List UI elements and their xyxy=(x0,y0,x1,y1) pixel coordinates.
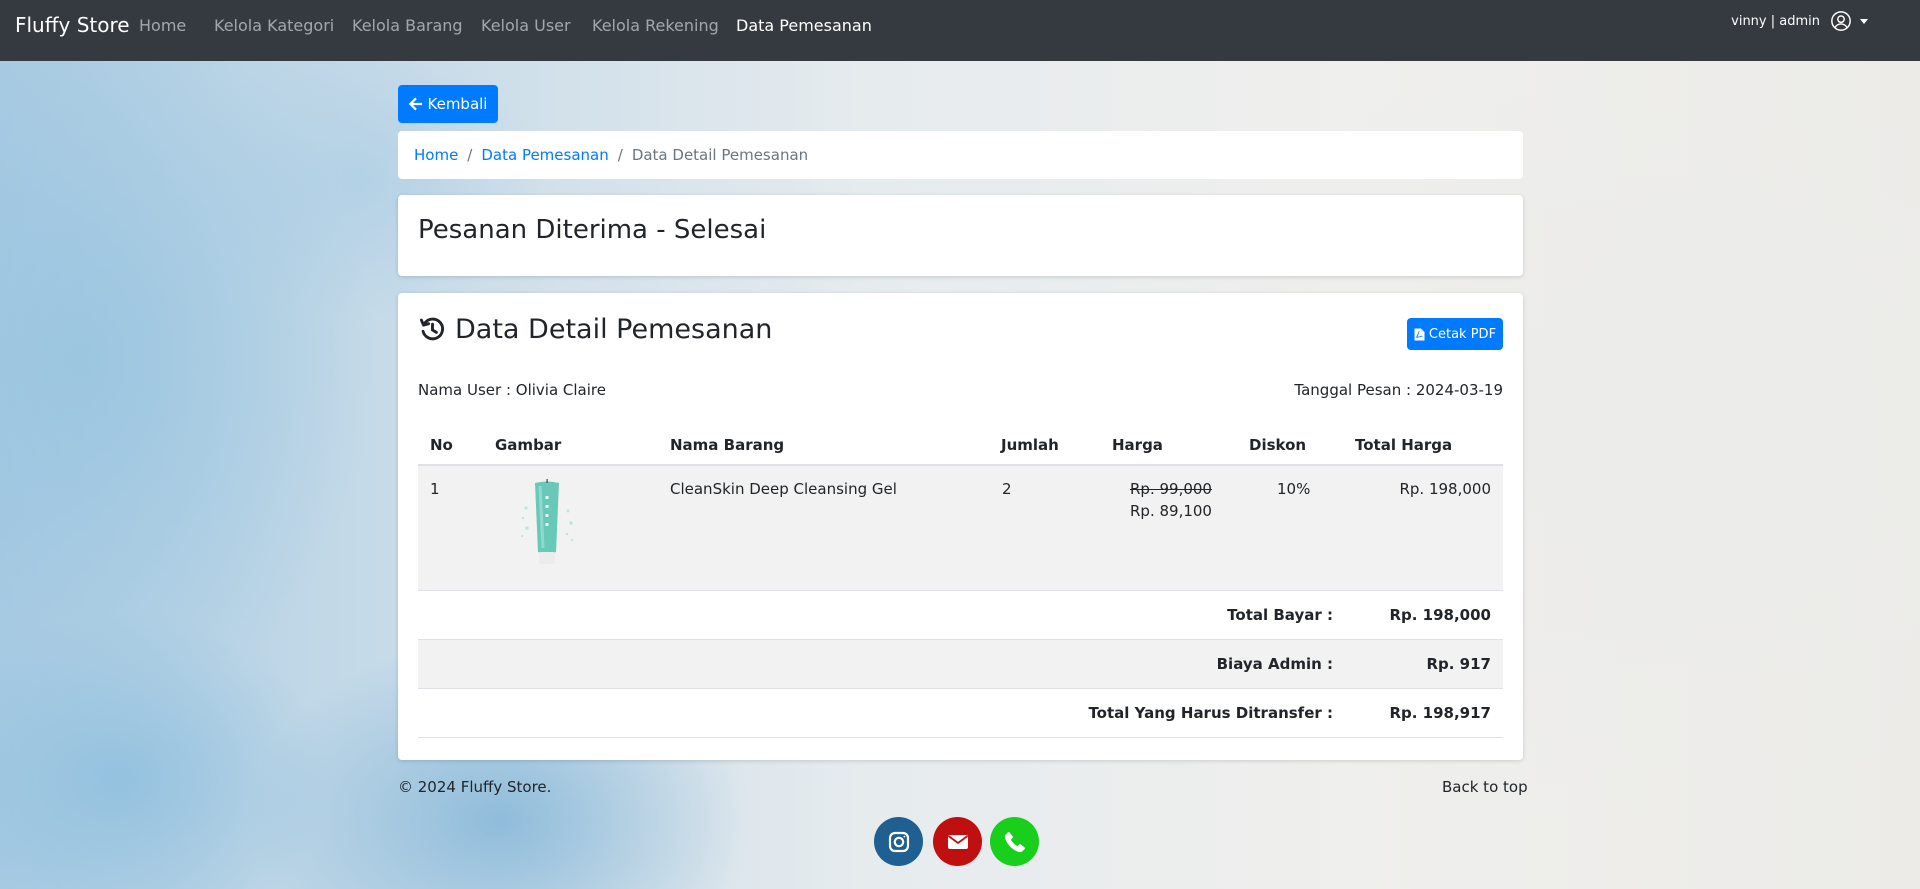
table-header: No Gambar Nama Barang Jumlah Harga Disko… xyxy=(418,424,1503,466)
breadcrumb-data-pemesanan[interactable]: Data Pemesanan xyxy=(481,146,608,164)
order-status-card: Pesanan Diterima - Selesai xyxy=(398,195,1523,276)
column-header-total-harga: Total Harga xyxy=(1355,436,1453,454)
price-original: Rp. 99,000 xyxy=(1130,480,1212,498)
instagram-button[interactable] xyxy=(874,817,923,866)
cell-jumlah: 2 xyxy=(1002,480,1012,498)
order-date-text: Tanggal Pesan : 2024-03-19 xyxy=(1294,381,1503,399)
arrow-left-icon xyxy=(408,97,422,111)
price-discounted: Rp. 89,100 xyxy=(1130,502,1212,520)
cell-no: 1 xyxy=(430,480,440,498)
history-icon xyxy=(419,317,445,341)
breadcrumb: Home / Data Pemesanan / Data Detail Peme… xyxy=(398,131,1523,179)
file-pdf-icon xyxy=(1414,328,1425,340)
breadcrumb-separator: / xyxy=(467,146,473,164)
chevron-down-icon xyxy=(1860,18,1868,24)
instagram-icon xyxy=(888,831,909,852)
column-header-harga: Harga xyxy=(1112,436,1163,454)
summary-label: Total Yang Harus Ditransfer : xyxy=(1088,704,1333,722)
print-pdf-label: Cetak PDF xyxy=(1428,326,1497,342)
summary-row-biaya-admin: Biaya Admin : Rp. 917 xyxy=(418,640,1503,689)
back-button[interactable]: Kembali xyxy=(398,85,498,123)
breadcrumb-separator: / xyxy=(617,146,623,164)
summary-label: Total Bayar : xyxy=(1227,606,1333,624)
top-navbar: Fluffy Store Home Kelola Kategori Kelola… xyxy=(0,0,1920,61)
nav-data-pemesanan[interactable]: Data Pemesanan xyxy=(736,16,872,35)
detail-title: Data Detail Pemesanan xyxy=(455,314,773,345)
column-header-gambar: Gambar xyxy=(495,436,562,454)
summary-value: Rp. 917 xyxy=(1426,655,1491,673)
order-items-table: No Gambar Nama Barang Jumlah Harga Disko… xyxy=(418,424,1503,738)
table-row: 1 CleanSkin Deep Cleansing Gel 2 Rp. 99,… xyxy=(418,466,1503,591)
nav-kelola-rekening[interactable]: Kelola Rekening xyxy=(592,16,719,35)
column-header-nama-barang: Nama Barang xyxy=(670,436,785,454)
email-button[interactable] xyxy=(933,817,982,866)
summary-row-total-transfer: Total Yang Harus Ditransfer : Rp. 198,91… xyxy=(418,689,1503,738)
cell-total-harga: Rp. 198,000 xyxy=(1399,480,1491,498)
nav-kelola-barang[interactable]: Kelola Barang xyxy=(352,16,463,35)
phone-button[interactable] xyxy=(990,817,1039,866)
breadcrumb-current: Data Detail Pemesanan xyxy=(631,146,809,164)
brand-logo[interactable]: Fluffy Store xyxy=(15,13,130,37)
footer-copyright: © 2024 Fluffy Store. xyxy=(398,778,552,796)
summary-value: Rp. 198,917 xyxy=(1389,704,1491,722)
detail-header: Data Detail Pemesanan xyxy=(418,314,772,345)
column-header-diskon: Diskon xyxy=(1249,436,1307,454)
phone-icon xyxy=(1004,831,1025,852)
user-label: vinny | admin xyxy=(1731,13,1820,29)
breadcrumb-home[interactable]: Home xyxy=(414,146,458,164)
user-circle-icon xyxy=(1831,11,1851,31)
user-menu-dropdown[interactable]: vinny | admin xyxy=(1731,10,1868,32)
back-button-label: Kembali xyxy=(427,95,488,113)
column-header-jumlah: Jumlah xyxy=(1001,436,1059,454)
back-to-top-link[interactable]: Back to top xyxy=(1442,778,1528,796)
envelope-icon xyxy=(947,834,968,849)
cell-harga: Rp. 99,000 Rp. 89,100 xyxy=(1130,480,1212,520)
cell-diskon: 10% xyxy=(1277,480,1311,498)
column-header-no: No xyxy=(430,436,453,454)
summary-label: Biaya Admin : xyxy=(1216,655,1333,673)
summary-row-total-bayar: Total Bayar : Rp. 198,000 xyxy=(418,591,1503,640)
order-detail-card: Data Detail Pemesanan Cetak PDF Nama Use… xyxy=(398,293,1523,760)
order-status-title: Pesanan Diterima - Selesai xyxy=(418,215,767,245)
print-pdf-button[interactable]: Cetak PDF xyxy=(1407,318,1503,350)
nav-kelola-user[interactable]: Kelola User xyxy=(481,16,571,35)
cell-nama-barang: CleanSkin Deep Cleansing Gel xyxy=(670,480,897,498)
nav-kelola-kategori[interactable]: Kelola Kategori xyxy=(214,16,334,35)
nav-home[interactable]: Home xyxy=(139,16,186,35)
product-image xyxy=(520,479,574,564)
summary-value: Rp. 198,000 xyxy=(1389,606,1491,624)
user-name-text: Nama User : Olivia Claire xyxy=(418,381,606,399)
